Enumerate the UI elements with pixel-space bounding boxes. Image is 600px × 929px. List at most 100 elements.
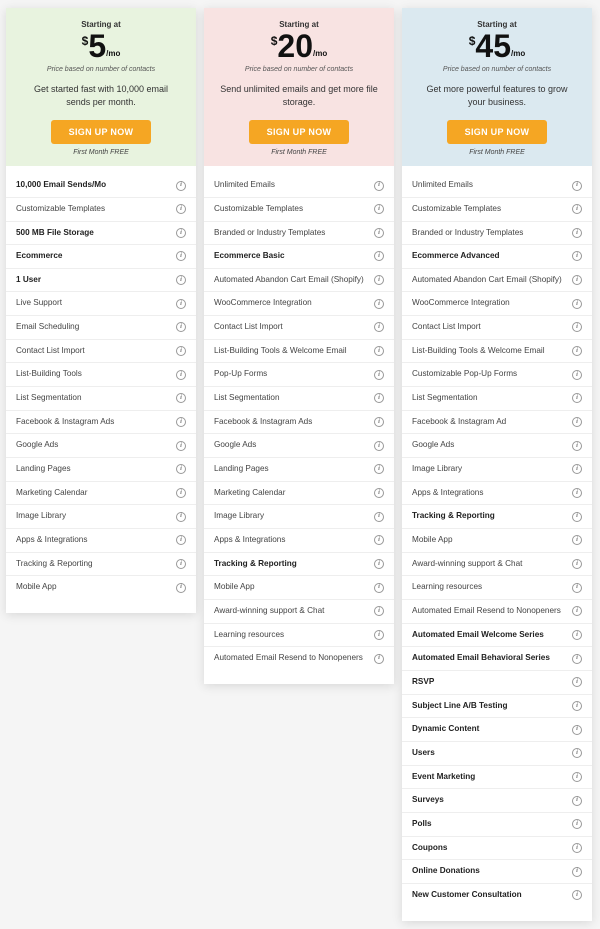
info-icon[interactable]: i [374, 181, 384, 191]
info-icon[interactable]: i [572, 346, 582, 356]
feature-label: Automated Email Resend to Nonopeners [214, 653, 374, 664]
feature-label: List Segmentation [412, 393, 572, 404]
info-icon[interactable]: i [572, 819, 582, 829]
feature-label: 500 MB File Storage [16, 228, 176, 239]
info-icon[interactable]: i [374, 299, 384, 309]
plan-blurb: Send unlimited emails and get more file … [214, 83, 384, 108]
info-icon[interactable]: i [572, 559, 582, 569]
feature-row: Customizable Templates i [204, 198, 394, 222]
sign-up-button[interactable]: SIGN UP NOW [447, 120, 548, 144]
info-icon[interactable]: i [176, 275, 186, 285]
info-icon[interactable]: i [572, 748, 582, 758]
sign-up-button[interactable]: SIGN UP NOW [51, 120, 152, 144]
info-icon[interactable]: i [374, 417, 384, 427]
info-icon[interactable]: i [176, 417, 186, 427]
info-icon[interactable]: i [572, 512, 582, 522]
info-icon[interactable]: i [572, 204, 582, 214]
info-icon[interactable]: i [374, 535, 384, 545]
currency-symbol: $ [271, 30, 278, 48]
info-icon[interactable]: i [176, 322, 186, 332]
info-icon[interactable]: i [176, 488, 186, 498]
price-basis: Price based on number of contacts [16, 66, 186, 73]
info-icon[interactable]: i [176, 251, 186, 261]
info-icon[interactable]: i [374, 251, 384, 261]
info-icon[interactable]: i [572, 796, 582, 806]
info-icon[interactable]: i [572, 772, 582, 782]
sign-up-button[interactable]: SIGN UP NOW [249, 120, 350, 144]
info-icon[interactable]: i [572, 275, 582, 285]
info-icon[interactable]: i [572, 393, 582, 403]
info-icon[interactable]: i [374, 606, 384, 616]
info-icon[interactable]: i [374, 583, 384, 593]
feature-label: Apps & Integrations [16, 535, 176, 546]
info-icon[interactable]: i [572, 228, 582, 238]
feature-label: List Segmentation [16, 393, 176, 404]
info-icon[interactable]: i [374, 228, 384, 238]
info-icon[interactable]: i [374, 464, 384, 474]
pricing-plan: Starting at $ 20 /mo Price based on numb… [204, 8, 394, 684]
info-icon[interactable]: i [176, 228, 186, 238]
info-icon[interactable]: i [374, 654, 384, 664]
info-icon[interactable]: i [572, 181, 582, 191]
info-icon[interactable]: i [176, 204, 186, 214]
feature-list: 10,000 Email Sends/Mo i Customizable Tem… [6, 166, 196, 613]
info-icon[interactable]: i [374, 630, 384, 640]
info-icon[interactable]: i [374, 441, 384, 451]
info-icon[interactable]: i [176, 299, 186, 309]
info-icon[interactable]: i [572, 867, 582, 877]
feature-row: Customizable Pop-Up Forms i [402, 363, 592, 387]
info-icon[interactable]: i [176, 393, 186, 403]
info-icon[interactable]: i [572, 251, 582, 261]
info-icon[interactable]: i [374, 559, 384, 569]
info-icon[interactable]: i [374, 370, 384, 380]
feature-row: Ecommerce Basic i [204, 245, 394, 269]
info-icon[interactable]: i [374, 512, 384, 522]
info-icon[interactable]: i [572, 654, 582, 664]
feature-row: Subject Line A/B Testing i [402, 695, 592, 719]
feature-label: Facebook & Instagram Ads [16, 417, 176, 428]
feature-row: Contact List Import i [204, 316, 394, 340]
info-icon[interactable]: i [176, 346, 186, 356]
info-icon[interactable]: i [176, 583, 186, 593]
feature-label: Branded or Industry Templates [412, 228, 572, 239]
feature-row: List-Building Tools & Welcome Email i [204, 340, 394, 364]
info-icon[interactable]: i [572, 488, 582, 498]
info-icon[interactable]: i [572, 606, 582, 616]
info-icon[interactable]: i [374, 322, 384, 332]
info-icon[interactable]: i [572, 441, 582, 451]
info-icon[interactable]: i [572, 843, 582, 853]
feature-label: Unlimited Emails [214, 180, 374, 191]
info-icon[interactable]: i [176, 370, 186, 380]
info-icon[interactable]: i [572, 583, 582, 593]
feature-label: Automated Email Resend to Nonopeners [412, 606, 572, 617]
info-icon[interactable]: i [176, 512, 186, 522]
feature-label: Contact List Import [412, 322, 572, 333]
info-icon[interactable]: i [176, 464, 186, 474]
info-icon[interactable]: i [374, 393, 384, 403]
info-icon[interactable]: i [572, 417, 582, 427]
feature-row: Unlimited Emails i [204, 174, 394, 198]
info-icon[interactable]: i [572, 535, 582, 545]
info-icon[interactable]: i [572, 630, 582, 640]
info-icon[interactable]: i [176, 559, 186, 569]
info-icon[interactable]: i [572, 725, 582, 735]
info-icon[interactable]: i [572, 370, 582, 380]
info-icon[interactable]: i [572, 322, 582, 332]
info-icon[interactable]: i [572, 677, 582, 687]
info-icon[interactable]: i [572, 701, 582, 711]
info-icon[interactable]: i [572, 890, 582, 900]
feature-row: List-Building Tools & Welcome Email i [402, 340, 592, 364]
info-icon[interactable]: i [374, 488, 384, 498]
info-icon[interactable]: i [176, 441, 186, 451]
feature-row: Event Marketing i [402, 766, 592, 790]
info-icon[interactable]: i [374, 346, 384, 356]
info-icon[interactable]: i [374, 204, 384, 214]
info-icon[interactable]: i [572, 299, 582, 309]
info-icon[interactable]: i [572, 464, 582, 474]
info-icon[interactable]: i [176, 181, 186, 191]
info-icon[interactable]: i [176, 535, 186, 545]
feature-label: List-Building Tools & Welcome Email [412, 346, 572, 357]
feature-label: List-Building Tools [16, 369, 176, 380]
info-icon[interactable]: i [374, 275, 384, 285]
feature-label: Automated Abandon Cart Email (Shopify) [214, 275, 374, 286]
